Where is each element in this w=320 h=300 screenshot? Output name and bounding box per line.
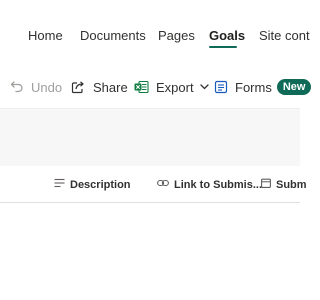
undo-label: Undo <box>31 79 63 95</box>
column-header-submit[interactable]: Subm <box>261 178 307 191</box>
export-label: Export <box>156 79 194 95</box>
forms-icon <box>214 80 228 94</box>
column-header-description[interactable]: Description <box>54 178 131 191</box>
export-button[interactable]: Export <box>134 78 209 96</box>
undo-button[interactable]: Undo <box>10 78 62 96</box>
column-label: Description <box>70 178 131 191</box>
nav-item-goals[interactable]: Goals <box>209 28 245 43</box>
list-column-headers: Description Link to Submis... Subm <box>0 166 307 203</box>
excel-icon <box>134 80 149 94</box>
calendar-icon <box>261 178 271 191</box>
undo-icon <box>10 80 24 94</box>
link-icon <box>157 178 169 191</box>
share-label: Share <box>93 79 128 95</box>
nav-item-site-contents[interactable]: Site cont <box>259 28 310 43</box>
column-label: Link to Submis... <box>174 178 263 191</box>
share-button[interactable]: Share <box>71 78 128 96</box>
new-badge: New <box>276 79 312 95</box>
column-label: Subm <box>276 178 307 191</box>
chevron-down-icon <box>199 84 209 90</box>
nav-item-documents[interactable]: Documents <box>80 28 146 43</box>
header-band <box>0 108 300 166</box>
command-bar: Undo Share Export Forms New <box>0 62 312 108</box>
forms-button[interactable]: Forms New <box>214 78 312 96</box>
column-header-link[interactable]: Link to Submis... <box>157 178 262 191</box>
share-icon <box>71 80 86 94</box>
nav-item-home[interactable]: Home <box>28 28 63 43</box>
forms-label: Forms <box>235 79 272 95</box>
site-navigation: Home Documents Pages Goals Site cont <box>0 0 310 62</box>
list-body <box>0 203 300 300</box>
multiline-text-icon <box>54 178 65 191</box>
nav-item-pages[interactable]: Pages <box>158 28 195 43</box>
active-tab-indicator <box>209 46 237 48</box>
